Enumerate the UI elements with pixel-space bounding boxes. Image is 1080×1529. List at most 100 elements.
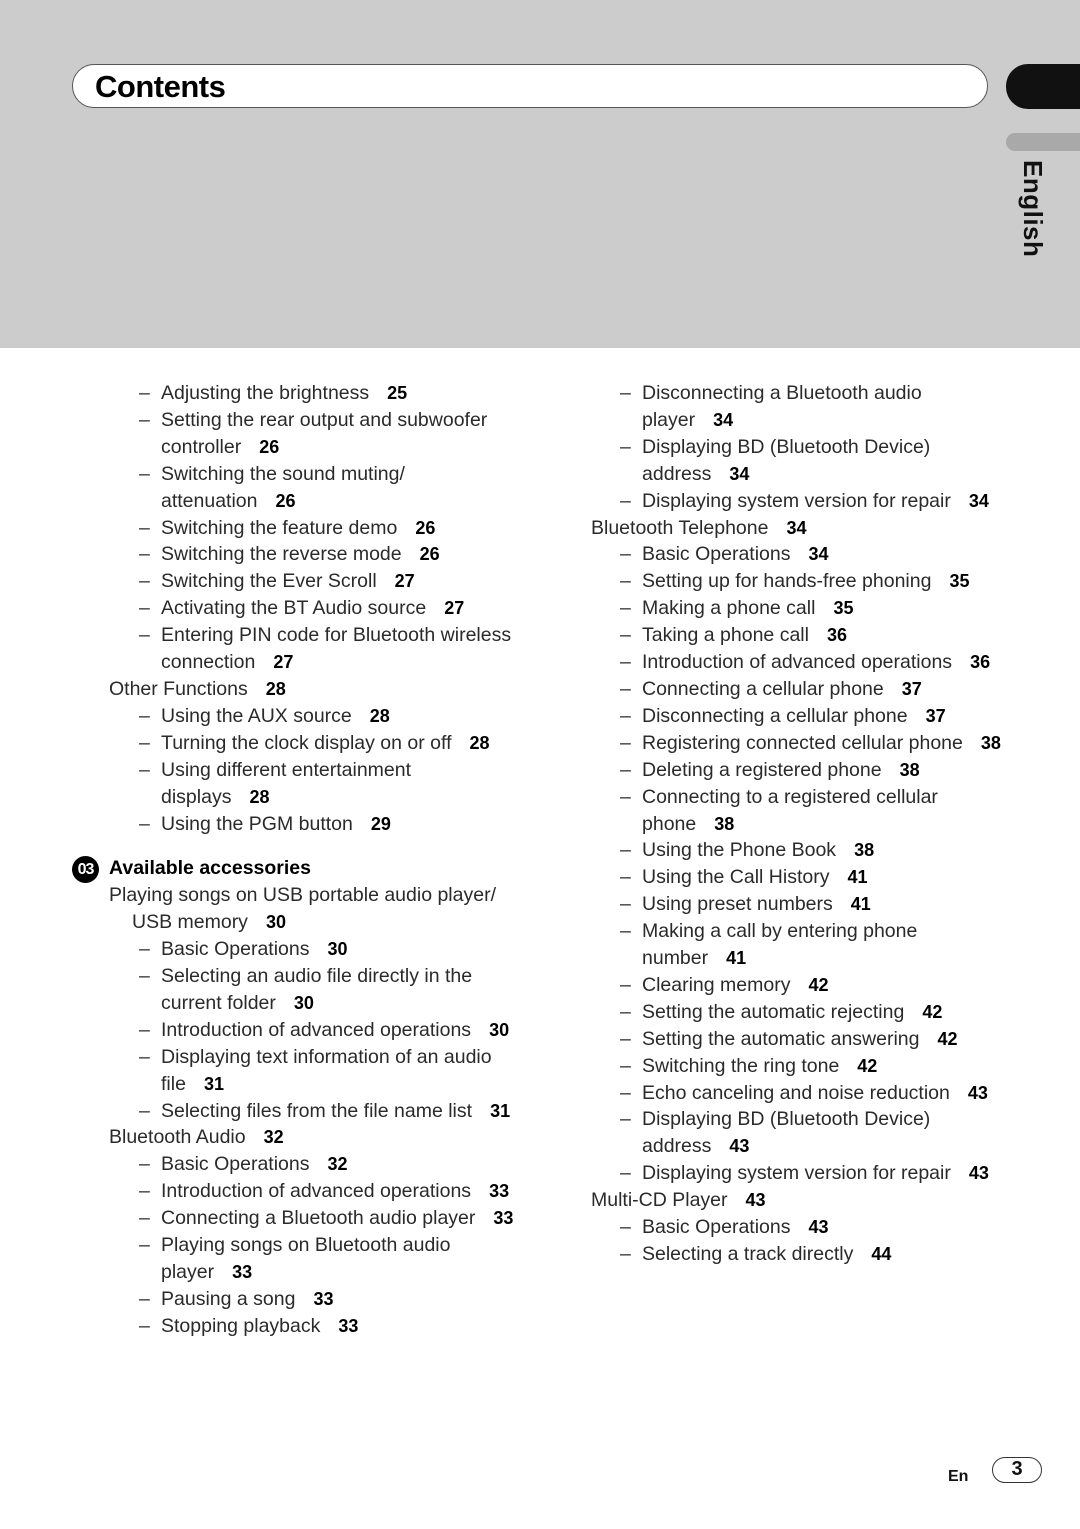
entry-title: Using the AUX source bbox=[161, 704, 352, 727]
toc-subsection-entry[interactable]: – Disconnecting a Bluetooth audio player 3… bbox=[591, 380, 1011, 434]
toc-subsection-entry[interactable]: – Connecting a cellular phone 37 bbox=[591, 676, 1011, 703]
entry-page-number: 28 bbox=[265, 678, 286, 699]
dash-bullet: – bbox=[620, 597, 631, 620]
toc-subsection-entry[interactable]: – Displaying text information of an audio… bbox=[72, 1044, 522, 1098]
dash-bullet: – bbox=[620, 866, 631, 889]
toc-right-column: – Disconnecting a Bluetooth audio player 3… bbox=[591, 380, 1011, 1268]
entry-page-number: 27 bbox=[273, 652, 294, 673]
entry-page-number: 44 bbox=[871, 1244, 892, 1264]
entry-title: Disconnecting a cellular phone bbox=[642, 704, 908, 727]
dash-bullet: – bbox=[620, 651, 631, 674]
entry-title: Disconnecting a Bluetooth audio player bbox=[642, 382, 922, 431]
entry-title: Bluetooth Telephone bbox=[591, 516, 769, 539]
dash-bullet: – bbox=[620, 893, 631, 916]
toc-subsection-entry[interactable]: – Switching the reverse mode 26 bbox=[72, 541, 522, 568]
entry-title: Selecting an audio file directly in the … bbox=[161, 965, 473, 1014]
dash-bullet: – bbox=[620, 1216, 631, 1239]
toc-subsection-entry[interactable]: – Basic Operations 34 bbox=[591, 541, 1011, 568]
entry-page-number: 31 bbox=[203, 1073, 224, 1094]
dash-bullet: – bbox=[620, 731, 631, 754]
toc-subsection-entry[interactable]: – Making a call by entering phone number 4… bbox=[591, 918, 1011, 972]
entry-page-number: 34 bbox=[713, 409, 734, 430]
toc-subsection-entry[interactable]: – Setting the automatic answering 42 bbox=[591, 1026, 1011, 1053]
toc-subsection-entry[interactable]: – Introduction of advanced operations 36 bbox=[591, 649, 1011, 676]
toc-subsection-entry[interactable]: – Making a phone call 35 bbox=[591, 595, 1011, 622]
toc-subsection-entry[interactable]: – Pausing a song 33 bbox=[72, 1286, 522, 1313]
toc-subsection-entry[interactable]: – Selecting a track directly 44 bbox=[591, 1241, 1011, 1268]
entry-title: Basic Operations bbox=[642, 1216, 791, 1239]
dash-bullet: – bbox=[620, 1081, 631, 1104]
entry-title: Playing songs on USB portable audio play… bbox=[109, 884, 496, 934]
dash-bullet: – bbox=[620, 382, 631, 404]
toc-section-entry[interactable]: Bluetooth Audio 32 bbox=[72, 1124, 522, 1151]
dash-bullet: – bbox=[139, 965, 150, 988]
entry-page-number: 30 bbox=[265, 912, 286, 933]
toc-chapter-heading[interactable]: 03 Available accessories bbox=[72, 855, 522, 884]
entry-page-number: 32 bbox=[263, 1127, 284, 1148]
entry-title: Other Functions bbox=[109, 677, 248, 700]
toc-subsection-entry[interactable]: – Using different entertainment displays 2… bbox=[72, 757, 522, 811]
toc-subsection-entry[interactable]: – Using the Call History 41 bbox=[591, 864, 1011, 891]
toc-subsection-entry[interactable]: – Disconnecting a cellular phone 37 bbox=[591, 703, 1011, 730]
toc-section-entry[interactable]: Other Functions 28 bbox=[72, 676, 522, 703]
toc-subsection-entry[interactable]: – Displaying BD (Bluetooth Device) addres… bbox=[591, 1106, 1011, 1160]
entry-title: Using the PGM button bbox=[161, 812, 353, 835]
dash-bullet: – bbox=[620, 920, 631, 943]
toc-subsection-entry[interactable]: – Switching the feature demo 26 bbox=[72, 515, 522, 542]
toc-subsection-entry[interactable]: – Echo canceling and noise reduction 43 bbox=[591, 1080, 1011, 1107]
entry-title: Using the Phone Book bbox=[642, 839, 837, 862]
entry-page-number: 38 bbox=[714, 813, 735, 834]
toc-subsection-entry[interactable]: – Entering PIN code for Bluetooth wireles… bbox=[72, 622, 522, 676]
toc-subsection-entry[interactable]: – Switching the sound muting/ attenuation… bbox=[72, 461, 522, 515]
entry-title: Switching the ring tone bbox=[642, 1054, 840, 1077]
toc-subsection-entry[interactable]: – Activating the BT Audio source 27 bbox=[72, 595, 522, 622]
entry-page-number: 42 bbox=[857, 1055, 878, 1076]
toc-subsection-entry[interactable]: – Adjusting the brightness 25 bbox=[72, 380, 522, 407]
toc-subsection-entry[interactable]: – Basic Operations 30 bbox=[72, 936, 522, 963]
entry-page-number: 28 bbox=[249, 786, 270, 807]
toc-subsection-entry[interactable]: – Using the Phone Book 38 bbox=[591, 837, 1011, 864]
toc-subsection-entry[interactable]: – Taking a phone call 36 bbox=[591, 622, 1011, 649]
dash-bullet: – bbox=[139, 1153, 150, 1176]
toc-subsection-entry[interactable]: – Setting the rear output and subwoofer c… bbox=[72, 407, 522, 461]
dash-bullet: – bbox=[139, 1314, 150, 1337]
toc-subsection-entry[interactable]: – Setting up for hands-free phoning 35 bbox=[591, 568, 1011, 595]
toc-subsection-entry[interactable]: – Deleting a registered phone 38 bbox=[591, 757, 1011, 784]
dash-bullet: – bbox=[139, 1287, 150, 1310]
toc-subsection-entry[interactable]: – Connecting to a registered cellular pho… bbox=[591, 784, 1011, 838]
toc-subsection-entry[interactable]: – Registering connected cellular phone 38 bbox=[591, 730, 1011, 757]
toc-subsection-entry[interactable]: – Turning the clock display on or off 28 bbox=[72, 730, 522, 757]
entry-page-number: 30 bbox=[293, 992, 314, 1013]
toc-subsection-entry[interactable]: – Displaying system version for repair 43 bbox=[591, 1160, 1011, 1187]
toc-subsection-entry[interactable]: – Displaying BD (Bluetooth Device) addres… bbox=[591, 434, 1011, 488]
toc-subsection-entry[interactable]: – Switching the Ever Scroll 27 bbox=[72, 568, 522, 595]
dash-bullet: – bbox=[139, 570, 150, 593]
entry-title: Playing songs on Bluetooth audio player bbox=[161, 1234, 451, 1283]
toc-subsection-entry[interactable]: – Introduction of advanced operations 30 bbox=[72, 1017, 522, 1044]
toc-subsection-entry[interactable]: – Basic Operations 43 bbox=[591, 1214, 1011, 1241]
toc-section-entry[interactable]: Playing songs on USB portable audio play… bbox=[72, 882, 522, 936]
toc-subsection-entry[interactable]: – Using the AUX source 28 bbox=[72, 703, 522, 730]
toc-left-column: – Adjusting the brightness 25– Setting the … bbox=[72, 380, 522, 1340]
page-title: Contents bbox=[95, 69, 226, 104]
entry-title: Basic Operations bbox=[642, 543, 791, 566]
toc-subsection-entry[interactable]: – Playing songs on Bluetooth audio player… bbox=[72, 1232, 522, 1286]
dash-bullet: – bbox=[139, 1045, 150, 1068]
toc-subsection-entry[interactable]: – Selecting files from the file name list… bbox=[72, 1098, 522, 1125]
entry-title: Introduction of advanced operations bbox=[161, 1180, 472, 1203]
toc-subsection-entry[interactable]: – Basic Operations 32 bbox=[72, 1151, 522, 1178]
toc-subsection-entry[interactable]: – Selecting an audio file directly in the… bbox=[72, 963, 522, 1017]
toc-subsection-entry[interactable]: – Using preset numbers 41 bbox=[591, 891, 1011, 918]
toc-section-entry[interactable]: Bluetooth Telephone 34 bbox=[591, 515, 1011, 542]
toc-subsection-entry[interactable]: – Setting the automatic rejecting 42 bbox=[591, 999, 1011, 1026]
toc-subsection-entry[interactable]: – Stopping playback 33 bbox=[72, 1313, 522, 1340]
toc-subsection-entry[interactable]: – Clearing memory 42 bbox=[591, 972, 1011, 999]
toc-subsection-entry[interactable]: – Introduction of advanced operations 33 bbox=[72, 1178, 522, 1205]
toc-subsection-entry[interactable]: – Using the PGM button 29 bbox=[72, 811, 522, 838]
toc-subsection-entry[interactable]: – Connecting a Bluetooth audio player 33 bbox=[72, 1205, 522, 1232]
toc-subsection-entry[interactable]: – Displaying system version for repair 34 bbox=[591, 488, 1011, 515]
dash-bullet: – bbox=[620, 1108, 631, 1131]
toc-section-entry[interactable]: Multi-CD Player 43 bbox=[591, 1187, 1011, 1214]
toc-subsection-entry[interactable]: – Switching the ring tone 42 bbox=[591, 1053, 1011, 1080]
header-band bbox=[0, 0, 1080, 348]
